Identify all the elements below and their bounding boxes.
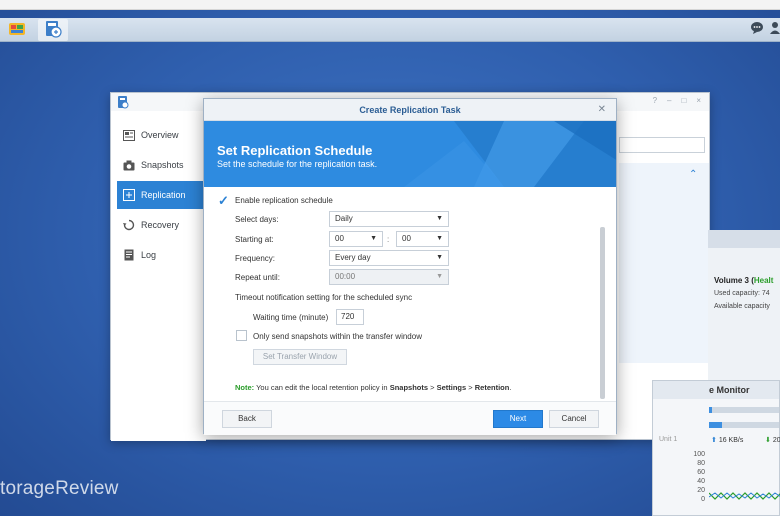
upload-icon: ⬆	[711, 437, 717, 444]
axis-tick: 80	[697, 460, 705, 467]
back-button[interactable]: Back	[222, 410, 272, 428]
repeat-until-dropdown[interactable]: 00:00 ▼	[329, 269, 449, 285]
sidebar: Overview Snapshots Replication Recovery …	[111, 111, 206, 441]
snapshot-replication-taskbar-button[interactable]	[38, 19, 68, 41]
chevron-down-icon: ▼	[436, 235, 443, 242]
cpu-bar	[709, 407, 779, 413]
resource-monitor-widget: e Monitor Unit 1 ⬆ 16 KB/s ⬇ 20 100 80 6…	[652, 380, 780, 516]
chevron-down-icon: ▼	[436, 273, 443, 280]
chevron-down-icon: ▼	[436, 215, 443, 222]
app-icon	[117, 95, 129, 111]
waiting-time-label: Waiting time (minute)	[253, 313, 329, 322]
browser-strip	[0, 0, 780, 10]
enable-schedule-checkbox[interactable]: ✓	[218, 194, 229, 207]
search-input[interactable]	[619, 137, 705, 153]
starting-at-label: Starting at:	[235, 235, 274, 244]
transfer-window-checkbox[interactable]	[236, 330, 247, 341]
axis-tick: 40	[697, 478, 705, 485]
taskbar	[0, 18, 780, 42]
sidebar-item-label: Replication	[141, 190, 186, 200]
recovery-icon	[123, 219, 135, 231]
frequency-dropdown[interactable]: Every day ▼	[329, 250, 449, 266]
start-minute-dropdown[interactable]: 00 ▼	[396, 231, 449, 247]
notifications-icon[interactable]	[750, 21, 764, 37]
health-status: Healt	[753, 276, 774, 285]
chevron-down-icon: ▼	[436, 254, 443, 261]
widget-title: e Monitor	[709, 385, 750, 395]
sidebar-item-label: Recovery	[141, 220, 180, 230]
help-icon[interactable]: ?	[653, 96, 657, 105]
memory-bar	[709, 422, 779, 428]
content-panel	[619, 163, 709, 363]
axis-tick: 0	[701, 496, 705, 503]
chevron-down-icon: ▼	[370, 235, 377, 242]
select-days-label: Select days:	[235, 215, 279, 224]
used-capacity: Used capacity: 74	[714, 290, 770, 297]
download-icon: ⬇	[765, 437, 771, 444]
timeout-label: Timeout notification setting for the sch…	[235, 293, 413, 302]
sidebar-item-log[interactable]: Log	[117, 241, 205, 269]
dialog-body: ✓ Enable replication schedule Select day…	[204, 187, 616, 399]
close-icon[interactable]: ✕	[598, 104, 606, 115]
sidebar-item-overview[interactable]: Overview	[117, 121, 205, 149]
upload-speed: ⬆ 16 KB/s	[711, 437, 744, 444]
sidebar-item-label: Snapshots	[141, 160, 184, 170]
overview-icon	[123, 129, 135, 141]
replication-icon	[123, 189, 135, 201]
network-chart	[709, 492, 780, 500]
set-transfer-window-button[interactable]: Set Transfer Window	[253, 349, 347, 365]
window-controls: ? – □ ×	[653, 96, 701, 105]
axis-tick: 60	[697, 469, 705, 476]
scrollbar[interactable]	[600, 227, 605, 399]
start-hour-dropdown[interactable]: 00 ▼	[329, 231, 383, 247]
dialog-header: Set Replication Schedule Set the schedul…	[204, 121, 616, 187]
sidebar-item-recovery[interactable]: Recovery	[117, 211, 205, 239]
sidebar-item-label: Log	[141, 250, 157, 260]
repeat-until-label: Repeat until:	[235, 273, 280, 282]
cancel-button[interactable]: Cancel	[549, 410, 599, 428]
waiting-time-input[interactable]: 720	[336, 309, 364, 325]
next-button[interactable]: Next	[493, 410, 543, 428]
camera-icon	[123, 159, 135, 171]
dialog-titlebar: Create Replication Task ✕	[204, 99, 616, 121]
main-menu-button[interactable]	[2, 19, 32, 41]
select-days-dropdown[interactable]: Daily ▼	[329, 211, 449, 227]
maximize-icon[interactable]: □	[681, 96, 686, 105]
user-icon[interactable]	[770, 21, 780, 37]
axis-tick: 20	[697, 487, 705, 494]
retention-note: Note: You can edit the local retention p…	[235, 383, 512, 392]
chevron-up-icon[interactable]: ⌃	[689, 169, 697, 180]
transfer-window-label: Only send snapshots within the transfer …	[253, 332, 422, 341]
snapshot-replication-icon	[44, 20, 62, 40]
time-separator: :	[387, 235, 390, 244]
watermark: torageReview	[0, 478, 119, 499]
sidebar-item-snapshots[interactable]: Snapshots	[117, 151, 205, 179]
sidebar-item-label: Overview	[141, 130, 179, 140]
dialog-heading: Set Replication Schedule	[217, 143, 373, 158]
minimize-icon[interactable]: –	[667, 96, 671, 105]
log-icon	[123, 249, 135, 261]
axis-tick: 100	[693, 451, 705, 458]
create-replication-task-dialog: Create Replication Task ✕ Set Replicatio…	[203, 98, 617, 435]
dialog-title: Create Replication Task	[359, 105, 461, 115]
enable-schedule-label: Enable replication schedule	[235, 196, 333, 205]
widget-header	[708, 230, 780, 248]
available-capacity: Available capacity	[714, 303, 770, 310]
dialog-subheading: Set the schedule for the replication tas…	[217, 159, 378, 169]
close-icon[interactable]: ×	[696, 96, 701, 105]
frequency-label: Frequency:	[235, 254, 276, 263]
dialog-footer: Back Next Cancel	[204, 401, 616, 435]
sidebar-item-replication[interactable]: Replication	[117, 181, 205, 209]
volume-status: Volume 3 (Healt	[714, 276, 774, 285]
unit-label: Unit 1	[659, 436, 678, 443]
main-menu-icon	[8, 21, 26, 39]
download-speed: ⬇ 20	[765, 437, 780, 444]
